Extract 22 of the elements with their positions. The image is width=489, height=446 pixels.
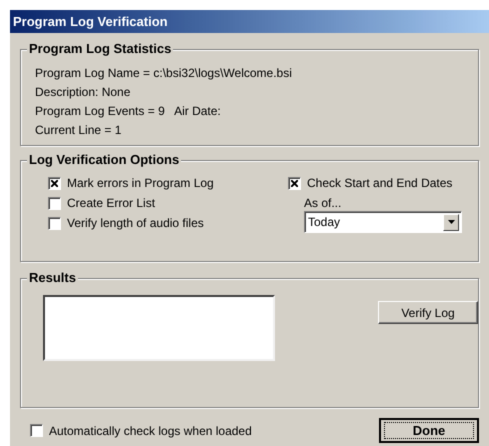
done-button[interactable]: Done bbox=[379, 418, 479, 443]
window-title: Program Log Verification bbox=[13, 12, 168, 31]
checkbox-label: Verify length of audio files bbox=[67, 215, 204, 232]
verify-log-button[interactable]: Verify Log bbox=[378, 301, 478, 324]
checkbox[interactable] bbox=[48, 196, 61, 210]
results-text-area[interactable] bbox=[43, 295, 275, 361]
checkbox-label: Create Error List bbox=[67, 195, 156, 212]
checkbox-label: Automatically check logs when loaded bbox=[49, 422, 252, 440]
check-x-icon bbox=[291, 180, 298, 186]
as-of-label: As of... bbox=[304, 195, 342, 211]
statistics-line: Description: None bbox=[35, 84, 132, 101]
statistics-line: Program Log Events = 9 Air Date: bbox=[35, 103, 222, 120]
checkbox[interactable] bbox=[30, 424, 43, 437]
checkbox[interactable] bbox=[48, 176, 61, 190]
checkbox-label: Mark errors in Program Log bbox=[67, 175, 214, 192]
date-dropdown[interactable]: Today bbox=[304, 211, 462, 233]
checkbox[interactable] bbox=[288, 176, 301, 190]
statistics-line: Program Log Name = c:\bsi32\logs\Welcome.bsi bbox=[35, 65, 293, 82]
check-x-icon bbox=[51, 180, 58, 186]
checkbox-label: Check Start and End Dates bbox=[307, 175, 452, 192]
statistics-line: Current Line = 1 bbox=[35, 122, 122, 139]
checkbox[interactable] bbox=[48, 216, 61, 230]
